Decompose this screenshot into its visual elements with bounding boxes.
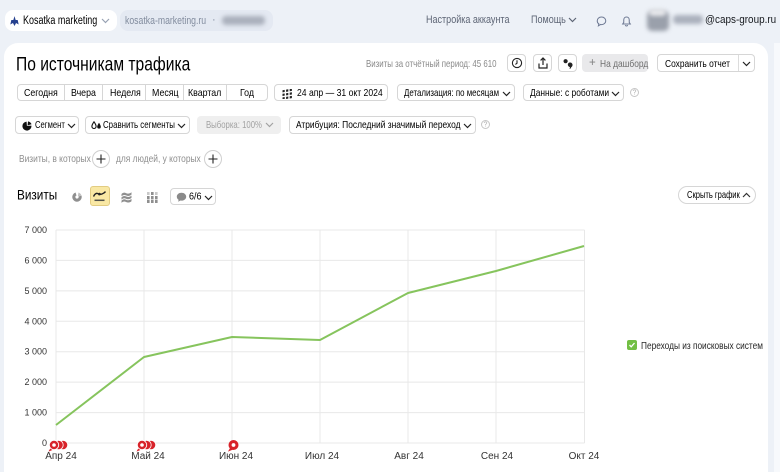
svg-text:1 000: 1 000 bbox=[24, 408, 47, 418]
svg-text:5 000: 5 000 bbox=[24, 286, 47, 296]
svg-text:Сен 24: Сен 24 bbox=[481, 451, 514, 462]
svg-text:Авг 24: Авг 24 bbox=[394, 451, 424, 462]
svg-text:0: 0 bbox=[42, 438, 47, 448]
svg-text:6 000: 6 000 bbox=[24, 255, 47, 265]
svg-text:Май 24: Май 24 bbox=[131, 451, 165, 462]
svg-text:Окт 24: Окт 24 bbox=[569, 451, 600, 462]
svg-text:Апр 24: Апр 24 bbox=[45, 451, 77, 462]
svg-text:Июн 24: Июн 24 bbox=[219, 451, 254, 462]
svg-text:7 000: 7 000 bbox=[24, 225, 47, 235]
svg-text:2 000: 2 000 bbox=[24, 377, 47, 387]
svg-text:Июл 24: Июл 24 bbox=[305, 451, 340, 462]
svg-text:4 000: 4 000 bbox=[24, 316, 47, 326]
svg-text:3 000: 3 000 bbox=[24, 347, 47, 357]
